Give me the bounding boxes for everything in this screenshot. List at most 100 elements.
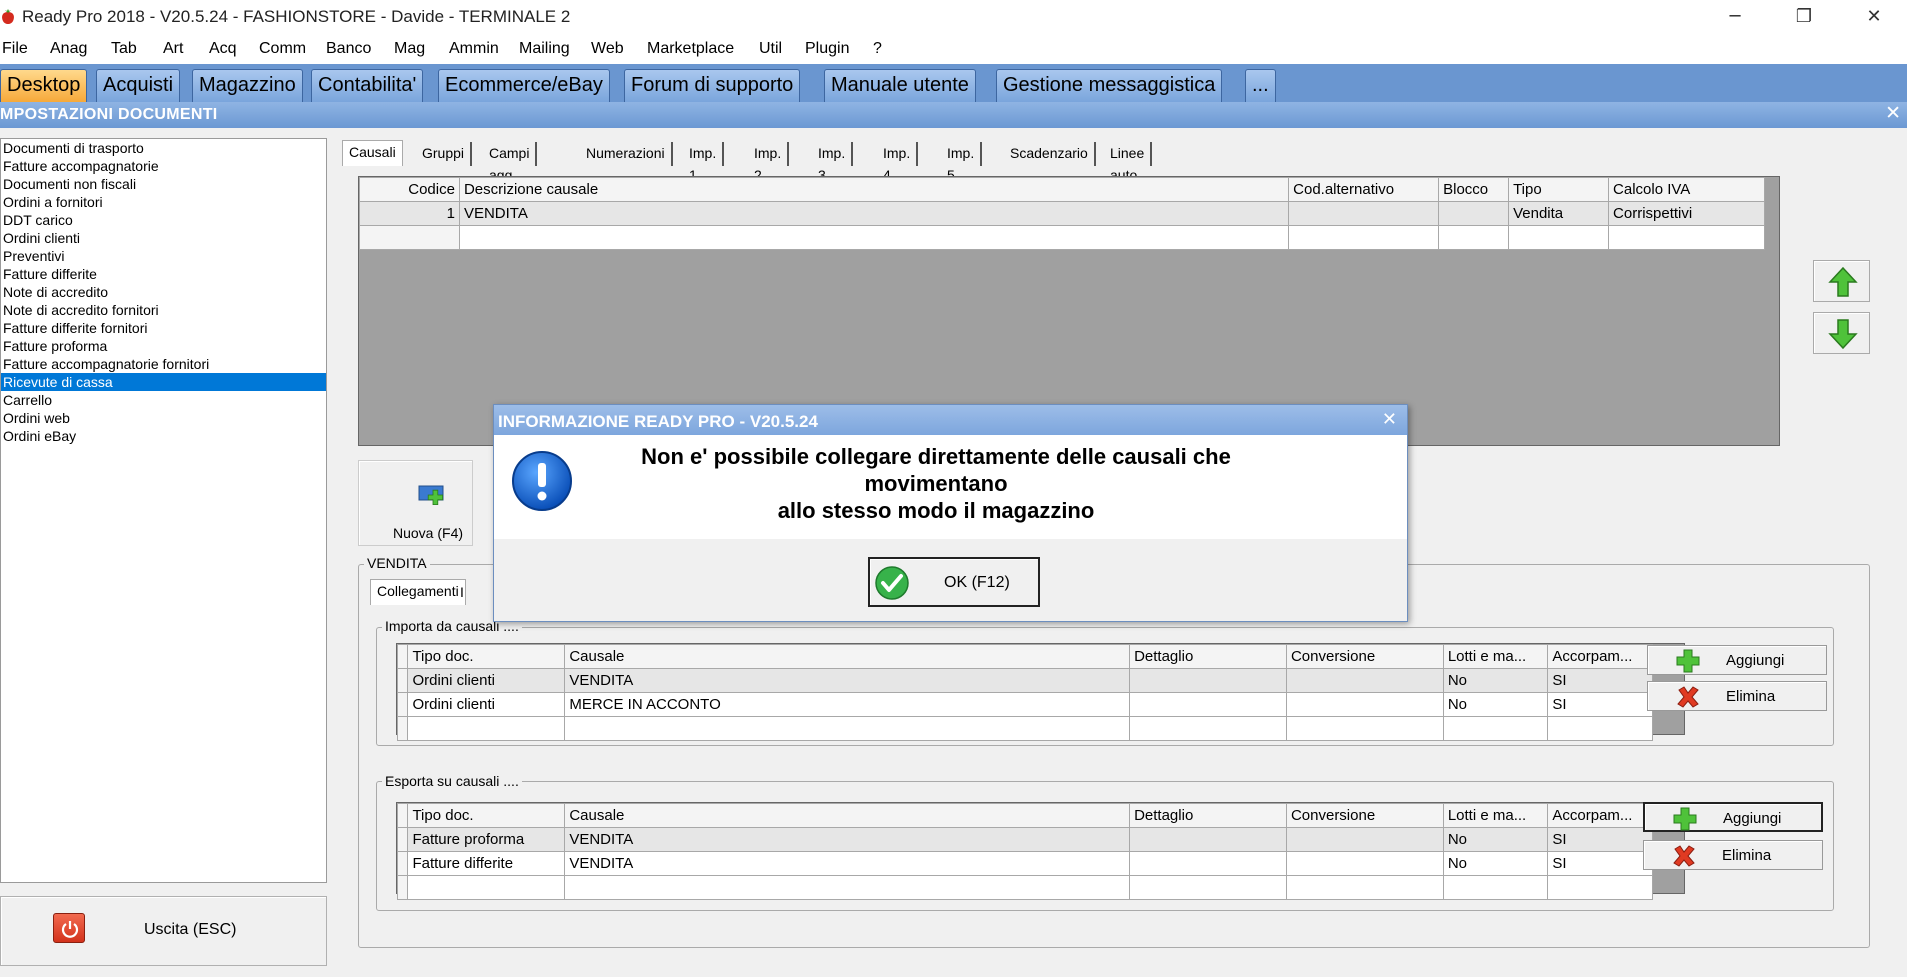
table-cell[interactable]: No (1442, 827, 1549, 852)
menu-web[interactable]: Web (591, 40, 624, 58)
tab-desktop[interactable]: Desktop (0, 69, 88, 102)
list-item[interactable]: DDT carico (1, 211, 326, 229)
list-item[interactable]: Documenti di trasporto (1, 139, 326, 157)
column-header[interactable]: Dettaglio (1129, 803, 1287, 828)
list-item[interactable]: Ordini web (1, 409, 326, 427)
table-cell[interactable] (1129, 668, 1287, 693)
table-cell[interactable]: No (1442, 851, 1549, 876)
table-row[interactable]: Fatture proforma VENDITA No SI (396, 827, 1653, 852)
column-header[interactable]: Tipo doc. (407, 644, 566, 669)
tab-numerazioni[interactable]: Numerazioni (580, 142, 673, 166)
table-cell[interactable] (1442, 716, 1549, 741)
table-cell[interactable]: Ordini clienti (407, 692, 566, 717)
import-grid[interactable]: Tipo doc. Causale Dettaglio Conversione … (396, 643, 1685, 741)
new-button[interactable]: Nuova (F4) (358, 460, 473, 546)
list-item[interactable]: Preventivi (1, 247, 326, 265)
table-cell[interactable]: SI (1547, 851, 1653, 876)
tab-inner-2[interactable]: I (454, 581, 470, 605)
close-window-button[interactable]: ✕ (1851, 3, 1897, 31)
column-header[interactable]: Cod.alternativo (1288, 177, 1440, 202)
table-cell[interactable]: SI (1547, 668, 1653, 693)
tab-campi-agg[interactable]: Campi agg. (483, 142, 538, 183)
tab-imp-1[interactable]: Imp. 1 (683, 142, 725, 183)
list-item[interactable]: Fatture differite (1, 265, 326, 283)
column-header[interactable]: Lotti e ma... (1442, 644, 1549, 669)
table-cell[interactable]: MERCE IN ACCONTO (564, 692, 1131, 717)
table-cell[interactable]: No (1442, 668, 1549, 693)
table-row[interactable] (396, 875, 1653, 900)
tab-magazzino[interactable]: Magazzino (192, 69, 303, 102)
column-header[interactable]: Accorpam... (1547, 803, 1653, 828)
table-cell[interactable] (1547, 875, 1653, 900)
table-cell[interactable]: VENDITA (564, 668, 1131, 693)
table-cell[interactable]: SI (1547, 692, 1653, 717)
export-grid[interactable]: Tipo doc. Causale Dettaglio Conversione … (396, 802, 1685, 900)
table-cell[interactable] (359, 225, 460, 250)
ok-button[interactable]: OK (F12) (868, 557, 1040, 607)
exit-button[interactable]: Uscita (ESC) (0, 896, 327, 966)
table-cell[interactable]: VENDITA (458, 201, 1290, 226)
list-item[interactable]: Fatture proforma (1, 337, 326, 355)
tab-manuale[interactable]: Manuale utente (824, 69, 976, 102)
move-down-button[interactable] (1813, 312, 1870, 354)
list-item[interactable]: Ordini eBay (1, 427, 326, 445)
tab-imp-5[interactable]: Imp. 5 (941, 142, 983, 183)
list-item[interactable]: Documenti non fiscali (1, 175, 326, 193)
tab-contabilita[interactable]: Contabilita' (311, 69, 424, 102)
column-header[interactable]: Dettaglio (1129, 644, 1287, 669)
export-add-button[interactable]: Aggiungi (1643, 802, 1823, 832)
menu-mailing[interactable]: Mailing (519, 40, 570, 58)
column-header[interactable]: Lotti e ma... (1442, 803, 1549, 828)
table-cell[interactable] (407, 875, 566, 900)
table-cell[interactable] (1285, 851, 1444, 876)
column-header[interactable]: Tipo doc. (407, 803, 566, 828)
table-cell[interactable] (564, 716, 1131, 741)
table-cell[interactable]: Fatture differite (407, 851, 566, 876)
table-cell[interactable] (1438, 201, 1510, 226)
list-item[interactable]: Note di accredito fornitori (1, 301, 326, 319)
menu-util[interactable]: Util (759, 40, 782, 58)
table-cell[interactable] (1285, 716, 1444, 741)
list-item[interactable]: Fatture accompagnatorie fornitori (1, 355, 326, 373)
column-header[interactable]: Blocco (1438, 177, 1510, 202)
menu-art[interactable]: Art (163, 40, 183, 58)
tab-imp-4[interactable]: Imp. 4 (877, 142, 919, 183)
table-row[interactable]: Ordini clienti MERCE IN ACCONTO No SI (396, 692, 1653, 717)
tab-causali[interactable]: Causali (342, 140, 403, 166)
table-cell[interactable] (1608, 225, 1765, 250)
tab-gruppi[interactable]: Gruppi (416, 142, 473, 166)
table-cell[interactable] (1508, 225, 1610, 250)
tab-more[interactable]: ... (1245, 69, 1276, 102)
menu-anag[interactable]: Anag (50, 40, 87, 58)
menu-file[interactable]: File (2, 40, 28, 58)
table-row[interactable]: Ordini clienti VENDITA No SI (396, 668, 1653, 693)
table-row[interactable]: 1 VENDITA Vendita Corrispettivi (359, 201, 1765, 226)
table-cell[interactable] (1288, 225, 1440, 250)
column-header[interactable]: Descrizione causale (458, 177, 1290, 202)
column-header[interactable]: Causale (564, 644, 1131, 669)
table-cell[interactable]: 1 (359, 201, 460, 226)
list-item[interactable]: Ordini a fornitori (1, 193, 326, 211)
tab-collegamenti[interactable]: Collegamenti (370, 579, 466, 605)
menu-help[interactable]: ? (873, 40, 882, 58)
table-cell[interactable]: VENDITA (564, 851, 1131, 876)
close-panel-icon[interactable]: ✕ (1885, 102, 1901, 124)
table-cell[interactable] (1285, 668, 1444, 693)
table-cell[interactable] (1442, 875, 1549, 900)
document-type-list[interactable]: Documenti di trasporto Fatture accompagn… (0, 138, 327, 883)
move-up-button[interactable] (1813, 260, 1870, 302)
table-cell[interactable] (1129, 851, 1287, 876)
list-item[interactable]: Fatture differite fornitori (1, 319, 326, 337)
table-cell[interactable]: Vendita (1508, 201, 1610, 226)
tab-forum[interactable]: Forum di supporto (624, 69, 801, 102)
table-cell[interactable] (1129, 827, 1287, 852)
menu-tab[interactable]: Tab (111, 40, 137, 58)
column-header[interactable]: Accorpam... (1547, 644, 1653, 669)
list-item-selected[interactable]: Ricevute di cassa (1, 373, 326, 391)
table-cell[interactable] (458, 225, 1290, 250)
import-add-button[interactable]: Aggiungi (1647, 645, 1827, 675)
column-header[interactable]: Tipo (1508, 177, 1610, 202)
column-header[interactable]: Conversione (1285, 803, 1444, 828)
table-cell[interactable] (1438, 225, 1510, 250)
tab-messaggistica[interactable]: Gestione messaggistica (996, 69, 1223, 102)
